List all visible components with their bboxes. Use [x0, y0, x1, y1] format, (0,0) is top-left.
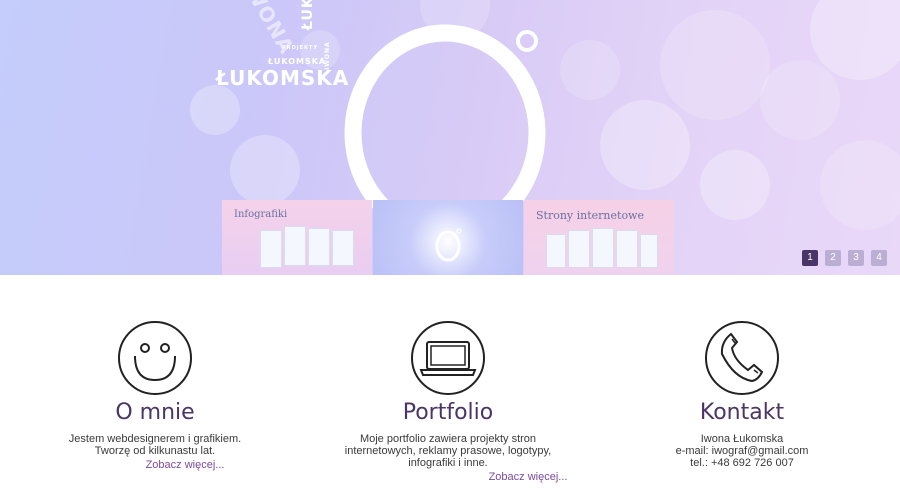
preview-card	[546, 234, 566, 268]
feature-text: Iwona Łukomska e-mail: iwograf@gmail.com…	[592, 433, 892, 469]
pager-dot-4[interactable]: 4	[871, 250, 887, 266]
feature-text-line: Tworzę od kilkunastu lat.	[94, 445, 216, 457]
feature-text-line: Jestem webdesignerem i grafikiem.	[68, 433, 242, 445]
feature-title: Portfolio	[402, 400, 494, 425]
logo-word: ŁUKOMSKA	[300, 0, 316, 30]
feature-text: Jestem webdesignerem i grafikiem. Tworzę…	[5, 433, 305, 457]
portfolio-more-link[interactable]: Zobacz więcej...	[298, 471, 598, 483]
pager-dot-3[interactable]: 3	[848, 250, 864, 266]
slide-thumb-strony[interactable]: Strony internetowe	[524, 200, 674, 275]
laptop-icon	[411, 321, 485, 395]
slide-title: Strony internetowe	[536, 209, 644, 222]
contact-name: Iwona Łukomska	[700, 433, 784, 445]
feature-title: O mnie	[115, 400, 195, 425]
feature-text: Moje portfolio zawiera projekty stron in…	[298, 433, 598, 469]
preview-card	[260, 230, 282, 268]
contact-email[interactable]: e-mail: iwograf@gmail.com	[676, 445, 809, 457]
contact-phone[interactable]: tel.: +48 692 726 007	[690, 457, 794, 469]
logo-word: IWONA	[324, 41, 331, 70]
preview-card	[308, 228, 330, 266]
pager-dot-1[interactable]: 1	[802, 250, 818, 266]
preview-card	[592, 228, 614, 268]
feature-kontakt: Kontakt Iwona Łukomska e-mail: iwograf@g…	[592, 320, 892, 469]
hero-slider: IWONA ŁUKOMSKA ŁUKOMSKA ŁUKOMSKA IWONA P…	[0, 0, 900, 275]
slide-thumb-infografiki[interactable]: Infografiki	[222, 200, 372, 275]
preview-card	[640, 234, 658, 268]
smiley-icon	[118, 321, 192, 395]
preview-card	[568, 230, 590, 268]
logo-word: ŁUKOMSKA	[268, 57, 327, 66]
feature-text-line: internetowych, reklamy prasowe, logotypy…	[344, 445, 552, 457]
feature-title: Kontakt	[699, 400, 785, 425]
feature-o-mnie: O mnie Jestem webdesignerem i grafikiem.…	[5, 320, 305, 471]
feature-text-line: Moje portfolio zawiera projekty stron	[359, 433, 537, 445]
preview-card	[616, 230, 638, 268]
slide-title: Infografiki	[234, 209, 288, 220]
feature-portfolio: Portfolio Moje portfolio zawiera projekt…	[298, 320, 598, 483]
feature-text-line: infografiki i inne.	[408, 457, 488, 469]
slide-thumbnails: Infografiki Strony internetowe	[222, 200, 674, 275]
slider-pager: 1 2 3 4	[802, 250, 894, 266]
pager-dot-2[interactable]: 2	[825, 250, 841, 266]
o-mnie-more-link[interactable]: Zobacz więcej...	[5, 459, 305, 471]
preview-card	[284, 226, 306, 266]
preview-card	[332, 230, 354, 266]
phone-icon	[705, 321, 779, 395]
logo-o-mini-graphic	[435, 228, 462, 262]
slide-thumb-logo[interactable]	[373, 200, 523, 275]
logo-word: PROJEKTY	[282, 45, 318, 51]
